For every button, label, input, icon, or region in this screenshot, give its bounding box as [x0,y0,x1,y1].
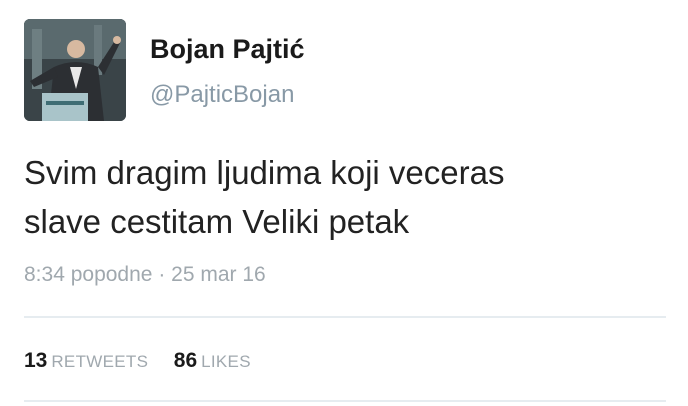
profile-photo-icon [24,19,126,121]
likes-count: 86 [173,349,198,372]
tweet-timestamp[interactable]: 8:34 popodne · 25 mar 16 [24,263,266,287]
tweet-date: 25 mar 16 [171,263,266,286]
display-name[interactable]: Bojan Pajtić [150,34,305,65]
tweet-stats: 13 RETWEETS 86 LIKES [24,349,251,373]
divider [24,316,666,318]
tweet-text: Svim dragim ljudima koji veceras slave c… [24,148,644,246]
retweets-label: RETWEETS [51,352,149,371]
tweet-card: Bojan Pajtić @PajticBojan Svim dragim lj… [0,0,688,406]
divider [24,400,666,402]
retweets-stat[interactable]: 13 RETWEETS [24,349,154,372]
user-handle[interactable]: @PajticBojan [150,81,294,109]
avatar[interactable] [24,19,126,121]
timestamp-separator: · [158,263,166,286]
likes-stat[interactable]: 86 LIKES [173,349,251,372]
retweets-count: 13 [24,349,48,372]
tweet-text-line: Svim dragim ljudima koji veceras [24,154,505,191]
tweet-time: 8:34 popodne [24,263,153,286]
tweet-text-line: slave cestitam Veliki petak [24,203,410,240]
likes-label: LIKES [201,352,251,371]
